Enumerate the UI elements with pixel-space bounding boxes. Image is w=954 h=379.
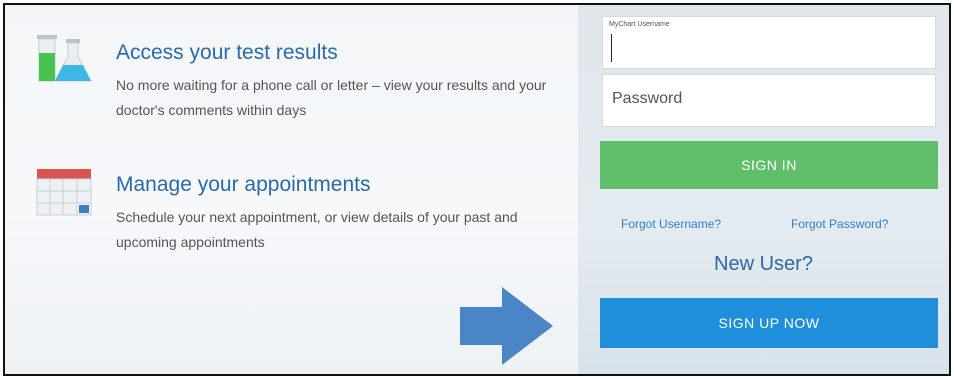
lab-flasks-icon bbox=[33, 31, 95, 85]
new-user-heading: New User? bbox=[714, 253, 813, 275]
calendar-icon bbox=[33, 165, 95, 219]
feature-description: Schedule your next appointment, or view … bbox=[116, 209, 518, 250]
feature-title: Access your test results bbox=[116, 41, 338, 64]
username-label: MyChart Username bbox=[609, 21, 670, 28]
feature-title: Manage your appointments bbox=[116, 173, 371, 196]
feature-description: No more waiting for a phone call or lett… bbox=[116, 77, 547, 118]
password-field[interactable]: Password bbox=[602, 74, 936, 127]
text-cursor bbox=[611, 34, 612, 62]
forgot-password-link[interactable]: Forgot Password? bbox=[791, 217, 888, 231]
sign-up-now-button[interactable]: SIGN UP NOW bbox=[600, 298, 938, 348]
features-panel: Access your test results No more waiting… bbox=[5, 5, 577, 374]
forgot-username-link[interactable]: Forgot Username? bbox=[621, 217, 721, 231]
password-placeholder: Password bbox=[612, 90, 683, 107]
mychart-login-screen: Access your test results No more waiting… bbox=[3, 3, 951, 376]
username-field[interactable]: MyChart Username bbox=[602, 16, 936, 69]
login-panel: MyChart Username Password SIGN IN Forgot… bbox=[578, 5, 949, 374]
sign-in-button[interactable]: SIGN IN bbox=[600, 141, 938, 189]
right-arrow-icon bbox=[460, 287, 555, 365]
